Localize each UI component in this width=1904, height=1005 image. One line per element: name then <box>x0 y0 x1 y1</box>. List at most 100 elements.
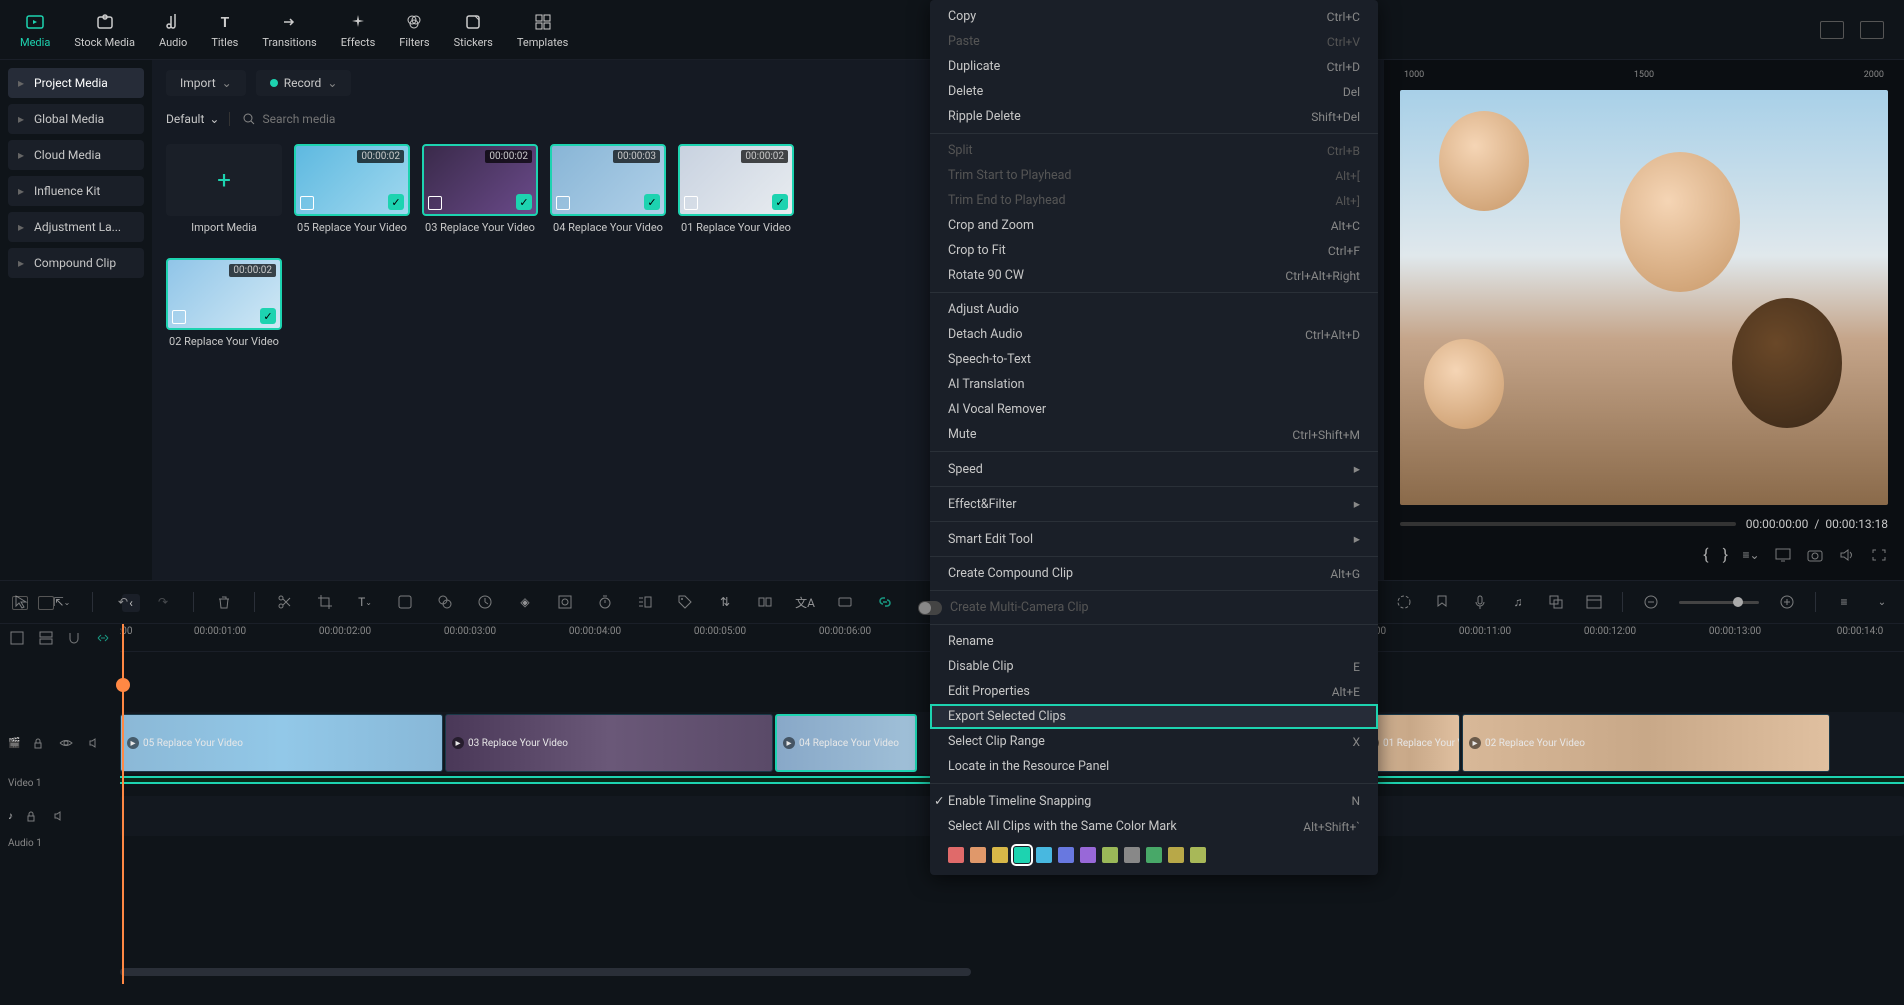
caption-icon[interactable] <box>835 592 855 612</box>
ripple-icon[interactable] <box>94 628 113 648</box>
color-swatch[interactable] <box>1102 847 1118 863</box>
music-icon[interactable]: ♫ <box>1508 592 1528 612</box>
mic-icon[interactable] <box>1470 592 1490 612</box>
record-button[interactable]: Record⌄ <box>256 70 352 96</box>
color-swatch[interactable] <box>1014 847 1030 863</box>
mute-icon[interactable] <box>84 733 104 753</box>
import-button[interactable]: Import⌄ <box>166 70 246 96</box>
menu-item-disable-clip[interactable]: Disable ClipE <box>930 654 1378 679</box>
undo-icon[interactable]: ↶ <box>113 592 133 612</box>
import-media-tile[interactable]: + <box>166 144 282 216</box>
color-swatch[interactable] <box>1124 847 1140 863</box>
media-clip-thumb[interactable]: 00:00:02 ✓ <box>166 258 282 330</box>
mask-icon[interactable] <box>395 592 415 612</box>
menu-item-ai-translation[interactable]: AI Translation <box>930 372 1378 397</box>
menu-item-rename[interactable]: Rename <box>930 629 1378 654</box>
color-swatch[interactable] <box>1146 847 1162 863</box>
layout-single-icon[interactable] <box>1860 21 1884 39</box>
mark-out-icon[interactable]: } <box>1723 545 1728 564</box>
delete-icon[interactable] <box>214 592 234 612</box>
motion-icon[interactable] <box>635 592 655 612</box>
menu-item-rotate-90-cw[interactable]: Rotate 90 CWCtrl+Alt+Right <box>930 263 1378 288</box>
menu-item-export-selected-clips[interactable]: Export Selected Clips <box>930 704 1378 729</box>
timeline-clip[interactable]: ▸04 Replace Your Video <box>775 714 917 772</box>
media-clip-thumb[interactable]: 00:00:02 ✓ <box>422 144 538 216</box>
sidebar-influence-kit[interactable]: ▸Influence Kit <box>8 176 144 206</box>
keyframe-icon[interactable]: ◈ <box>515 592 535 612</box>
nav-stock-media[interactable]: Stock Media <box>74 10 135 49</box>
text-icon[interactable]: T⌄ <box>355 592 375 612</box>
tag-icon[interactable] <box>675 592 695 612</box>
green-screen-icon[interactable] <box>555 592 575 612</box>
playhead[interactable] <box>122 624 124 984</box>
sort-dropdown[interactable]: Default⌄ <box>166 112 219 126</box>
menu-item-copy[interactable]: CopyCtrl+C <box>930 4 1378 29</box>
fullscreen-icon[interactable] <box>1870 546 1888 564</box>
color-swatch[interactable] <box>948 847 964 863</box>
menu-item-ai-vocal-remover[interactable]: AI Vocal Remover <box>930 397 1378 422</box>
nav-audio[interactable]: Audio <box>159 10 187 49</box>
menu-item-delete[interactable]: DeleteDel <box>930 79 1378 104</box>
zoom-in-icon[interactable] <box>1777 592 1797 612</box>
sidebar-project-media[interactable]: ▸Project Media <box>8 68 144 98</box>
timeline-clip[interactable]: ▸05 Replace Your Video <box>120 714 443 772</box>
media-clip-thumb[interactable]: 00:00:02 ✓ <box>678 144 794 216</box>
snapshot-icon[interactable] <box>1806 546 1824 564</box>
mark-in-icon[interactable]: { <box>1703 545 1708 564</box>
sidebar-adjustment-layer[interactable]: ▸Adjustment La... <box>8 212 144 242</box>
color-swatch[interactable] <box>1036 847 1052 863</box>
menu-item-select-clip-range[interactable]: Select Clip RangeX <box>930 729 1378 754</box>
menu-item-locate-in-the-resource-panel[interactable]: Locate in the Resource Panel <box>930 754 1378 779</box>
nav-templates[interactable]: Templates <box>517 10 568 49</box>
lock-icon[interactable] <box>21 806 41 826</box>
media-clip-thumb[interactable]: 00:00:02 ✓ <box>294 144 410 216</box>
color-swatch[interactable] <box>1168 847 1184 863</box>
adjust-icon[interactable]: ⇅ <box>715 592 735 612</box>
menu-item-crop-to-fit[interactable]: Crop to FitCtrl+F <box>930 238 1378 263</box>
timeline-clip[interactable]: ▸02 Replace Your Video <box>1462 714 1830 772</box>
nav-stickers[interactable]: Stickers <box>454 10 493 49</box>
color-swatch[interactable] <box>1058 847 1074 863</box>
mute-icon[interactable] <box>49 806 69 826</box>
menu-item-crop-and-zoom[interactable]: Crop and ZoomAlt+C <box>930 213 1378 238</box>
zoom-out-icon[interactable] <box>1641 592 1661 612</box>
color-swatch[interactable] <box>970 847 986 863</box>
translate-icon[interactable]: 文A <box>795 592 815 612</box>
group-icon[interactable] <box>755 592 775 612</box>
lock-icon[interactable] <box>28 733 48 753</box>
menu-item-speed[interactable]: Speed▸ <box>930 456 1378 482</box>
menu-item-mute[interactable]: MuteCtrl+Shift+M <box>930 422 1378 447</box>
visibility-icon[interactable] <box>56 733 76 753</box>
nav-titles[interactable]: T Titles <box>211 10 238 49</box>
media-clip-thumb[interactable]: 00:00:03 ✓ <box>550 144 666 216</box>
sidebar-cloud-media[interactable]: ▸Cloud Media <box>8 140 144 170</box>
timeline-clip[interactable]: ▸03 Replace Your Video <box>445 714 773 772</box>
list-icon[interactable]: ≡⌄ <box>1742 546 1760 564</box>
render-icon[interactable] <box>1394 592 1414 612</box>
menu-item-effect-filter[interactable]: Effect&Filter▸ <box>930 491 1378 517</box>
menu-item-edit-properties[interactable]: Edit PropertiesAlt+E <box>930 679 1378 704</box>
timeline-view2-icon[interactable] <box>37 628 56 648</box>
menu-item-smart-edit-tool[interactable]: Smart Edit Tool▸ <box>930 526 1378 552</box>
layout-grid-icon[interactable] <box>1820 21 1844 39</box>
menu-item-detach-audio[interactable]: Detach AudioCtrl+Alt+D <box>930 322 1378 347</box>
preview-viewport[interactable] <box>1400 90 1888 505</box>
track-options-icon[interactable]: ≡ <box>1834 592 1854 612</box>
arrow-tool-icon[interactable]: ⇱⌄ <box>52 592 72 612</box>
menu-item-create-compound-clip[interactable]: Create Compound ClipAlt+G <box>930 561 1378 586</box>
magnet-icon[interactable] <box>65 628 84 648</box>
crop-icon[interactable] <box>315 592 335 612</box>
menu-item-adjust-audio[interactable]: Adjust Audio <box>930 297 1378 322</box>
search-input[interactable] <box>262 112 462 126</box>
redo-icon[interactable]: ↷ <box>153 592 173 612</box>
sidebar-compound-clip[interactable]: ▸Compound Clip <box>8 248 144 278</box>
sidebar-global-media[interactable]: ▸Global Media <box>8 104 144 134</box>
color-icon[interactable] <box>435 592 455 612</box>
timer-icon[interactable] <box>595 592 615 612</box>
monitor-icon[interactable] <box>1774 546 1792 564</box>
color-swatch[interactable] <box>992 847 1008 863</box>
marker-icon[interactable] <box>1432 592 1452 612</box>
chevron-down-icon[interactable]: ⌄ <box>1872 592 1892 612</box>
select-tool-icon[interactable] <box>12 592 32 612</box>
split-icon[interactable] <box>275 592 295 612</box>
